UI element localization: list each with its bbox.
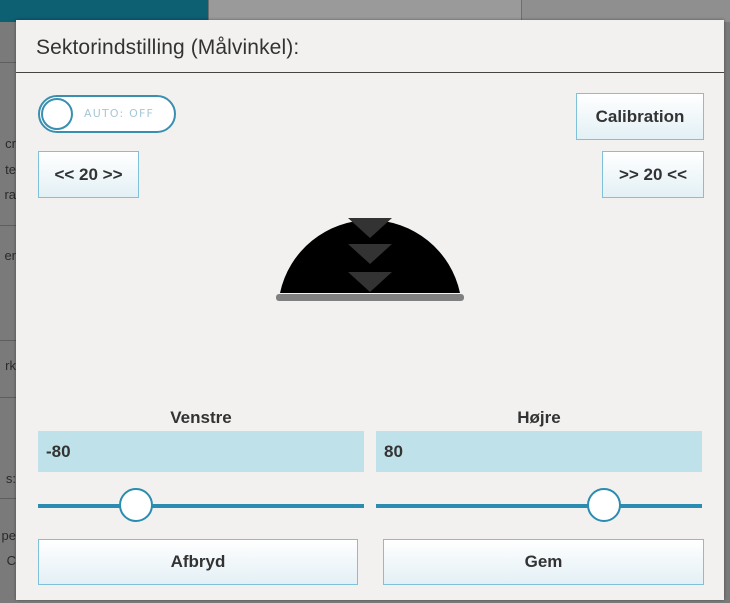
right-angle-slider[interactable] <box>376 488 702 524</box>
right-angle-field[interactable]: 80 <box>376 431 702 472</box>
title-divider <box>16 72 724 73</box>
calibration-button[interactable]: Calibration <box>576 93 704 140</box>
background-text: C <box>6 553 16 568</box>
background-divider <box>0 225 16 226</box>
save-button[interactable]: Gem <box>383 539 704 585</box>
background-right-panel <box>724 22 730 603</box>
auto-toggle-label: AUTO: OFF <box>84 107 155 120</box>
background-text: pe <box>1 528 16 543</box>
sector-settings-dialog: Sektorindstilling (Målvinkel): AUTO: OFF… <box>16 20 724 600</box>
background-divider <box>0 397 16 398</box>
background-text: er <box>4 248 16 263</box>
sector-baseline <box>276 294 464 301</box>
slider-track <box>38 504 364 508</box>
background-divider <box>0 340 16 341</box>
toggle-knob <box>41 98 73 130</box>
background-text: cr <box>5 136 16 151</box>
cancel-button[interactable]: Afbryd <box>38 539 358 585</box>
background-left-panel <box>0 22 16 603</box>
dialog-title: Sektorindstilling (Målvinkel): <box>36 36 300 59</box>
left-label: Venstre <box>170 408 232 427</box>
background-divider <box>0 62 16 63</box>
background-text: rk <box>5 358 16 373</box>
background-active-tab <box>0 0 208 22</box>
right-label: Højre <box>517 408 561 427</box>
slider-track <box>376 504 702 508</box>
left-angle-slider[interactable] <box>38 488 364 524</box>
background-text: ra <box>4 187 16 202</box>
background-text: te <box>5 162 16 177</box>
sector-preview <box>276 218 464 301</box>
auto-toggle[interactable]: AUTO: OFF <box>38 95 176 133</box>
slider-thumb[interactable] <box>118 488 153 522</box>
background-tab <box>208 0 522 22</box>
background-text: s: <box>5 471 16 486</box>
left-angle-field[interactable]: -80 <box>38 431 364 472</box>
background-divider <box>0 498 16 499</box>
slider-thumb[interactable] <box>587 488 622 522</box>
narrow-sector-button[interactable]: >> 20 << <box>602 151 704 198</box>
widen-sector-button[interactable]: << 20 >> <box>38 151 139 198</box>
